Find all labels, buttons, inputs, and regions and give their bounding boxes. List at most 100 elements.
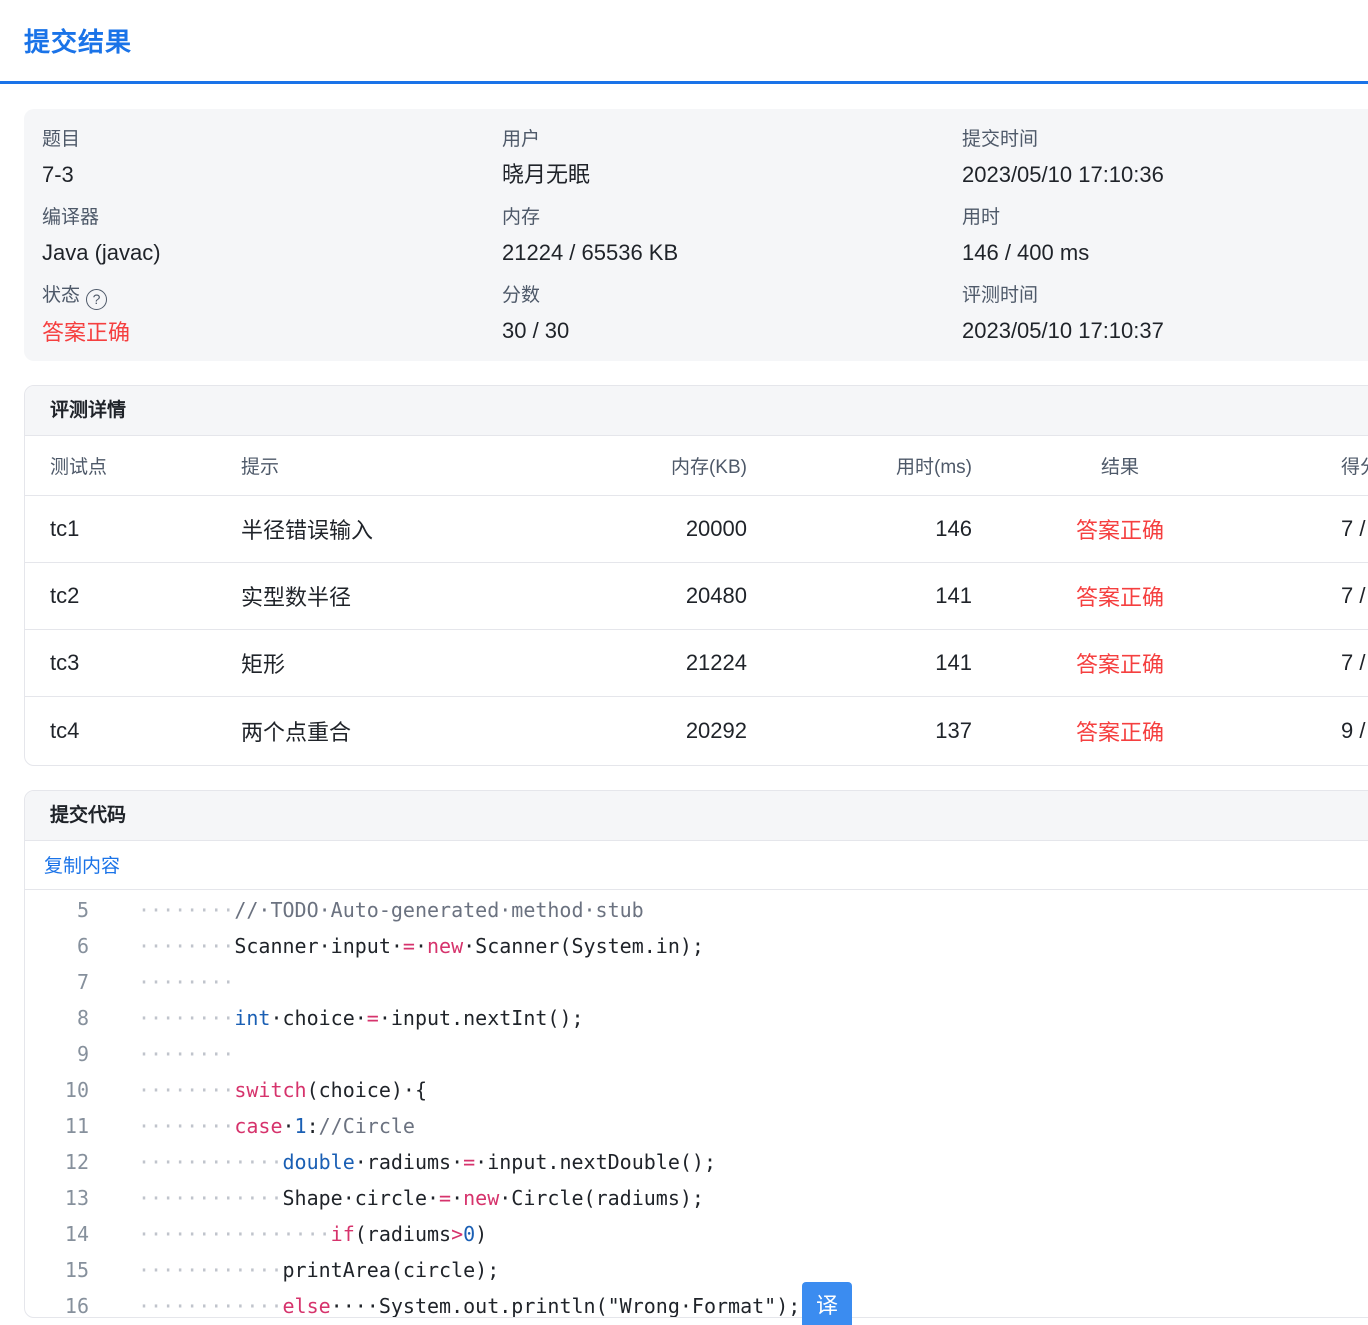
info-memory-label: 内存: [502, 207, 541, 228]
info-score: 分数 30 / 30: [502, 284, 569, 346]
code-token: new: [463, 1186, 500, 1210]
info-memory: 内存 21224 / 65536 KB: [502, 206, 678, 268]
code-token: printArea(circle);: [282, 1258, 500, 1282]
code-line: 15 ············printArea(circle);: [25, 1252, 1368, 1288]
code-token: ·radiums·: [354, 1150, 464, 1174]
line-number: 13: [64, 1186, 89, 1210]
memory-cell: 20000: [685, 516, 747, 541]
info-score-value: 30 / 30: [502, 318, 570, 343]
code-token: =: [463, 1150, 476, 1174]
line-number: 10: [64, 1078, 89, 1102]
code-line: 16 ············else····System.out.println…: [25, 1288, 1368, 1318]
info-judge-time: 评测时间 2023/05/10 17:10:37: [962, 284, 1164, 346]
table-row: tc1 半径错误输入 20000 146 答案正确 7 / 7: [25, 496, 1368, 563]
indent-whitespace: ············: [138, 1294, 283, 1318]
testcase-cell: tc3: [50, 650, 80, 675]
info-status: 状态? 答案正确: [42, 284, 130, 348]
code-source: ············else····System.out.println("…: [138, 1288, 801, 1318]
code-line: 7 ········: [25, 964, 1368, 1000]
code-token: ·input.nextDouble();: [475, 1150, 716, 1174]
table-row: tc2 实型数半径 20480 141 答案正确 7 / 7: [25, 563, 1368, 630]
table-row: tc4 两个点重合 20292 137 答案正确 9 / 9: [25, 697, 1368, 764]
info-time-value: 146 / 400 ms: [962, 240, 1090, 265]
judge-details-card: 评测详情 测试点 提示 内存(KB) 用时(ms) 结果 得分 tc1 半径错误输…: [24, 385, 1368, 766]
info-problem: 题目 7-3: [42, 128, 80, 190]
indent-whitespace: ········: [138, 1006, 235, 1030]
time-cell: 146: [935, 516, 972, 541]
code-token: //·TODO·Auto-generated·method·stub: [234, 898, 644, 922]
submission-info-panel: 题目 7-3 用户 晓月无眠 提交时间 2023/05/10 17:10:36 …: [24, 109, 1368, 361]
code-token: ·input.nextInt();: [378, 1006, 584, 1030]
col-time: 用时(ms): [896, 457, 972, 478]
code-token: ·: [282, 1114, 295, 1138]
line-number: 12: [64, 1150, 89, 1174]
code-token: 1: [294, 1114, 307, 1138]
info-judge-time-label: 评测时间: [962, 285, 1039, 306]
time-cell: 141: [935, 650, 972, 675]
indent-whitespace: ········: [138, 934, 235, 958]
code-source: ················if(radiums>0): [138, 1216, 487, 1252]
memory-cell: 20480: [685, 583, 747, 608]
score-cell: 7 / 7: [1341, 583, 1368, 608]
code-source: ············printArea(circle);: [138, 1252, 499, 1288]
info-judge-time-value: 2023/05/10 17:10:37: [962, 318, 1164, 343]
code-card: 提交代码 复制内容 5 ········//·TODO·Auto-generate…: [24, 790, 1368, 1318]
indent-whitespace: ········: [138, 970, 235, 994]
code-source: ········: [138, 1036, 234, 1072]
code-source: ········case·1://Circle: [138, 1108, 415, 1144]
code-line: 14 ················if(radiums>0): [25, 1216, 1368, 1252]
translate-button[interactable]: 译: [802, 1282, 852, 1325]
line-number: 9: [76, 1042, 89, 1066]
code-token: switch: [234, 1078, 307, 1102]
code-token: >: [451, 1222, 464, 1246]
judge-table-header: 测试点 提示 内存(KB) 用时(ms) 结果 得分: [25, 436, 1368, 496]
code-viewer[interactable]: 5 ········//·TODO·Auto-generated·method·s…: [25, 890, 1368, 1318]
info-status-value: 答案正确: [42, 320, 131, 345]
code-line: 5 ········//·TODO·Auto-generated·method·s…: [25, 892, 1368, 928]
code-line: 9 ········: [25, 1036, 1368, 1072]
result-cell: 答案正确: [1075, 652, 1164, 677]
code-token: ·: [414, 934, 427, 958]
line-number: 11: [64, 1114, 89, 1138]
line-number: 6: [76, 934, 89, 958]
code-token: :: [306, 1114, 319, 1138]
info-status-label-row: 状态?: [42, 284, 130, 310]
score-cell: 9 / 9: [1341, 717, 1368, 743]
indent-whitespace: ············: [138, 1186, 283, 1210]
line-number: 15: [64, 1258, 89, 1282]
code-token: if: [330, 1222, 355, 1246]
line-number: 5: [76, 898, 89, 922]
code-token: =: [366, 1006, 379, 1030]
help-icon[interactable]: ?: [86, 289, 108, 310]
copy-content-button[interactable]: 复制内容: [44, 856, 120, 877]
code-token: Scanner·input·: [234, 934, 403, 958]
code-token: ·Scanner(System.in);: [463, 934, 704, 958]
indent-whitespace: ············: [138, 1150, 283, 1174]
code-source: ············double·radiums·=·input.nextD…: [138, 1144, 716, 1180]
info-user-value: 晓月无眠: [502, 162, 591, 187]
code-token: case: [234, 1114, 283, 1138]
code-source: ········//·TODO·Auto-generated·method·st…: [138, 892, 644, 928]
copy-row: 复制内容: [25, 841, 1368, 890]
code-line: 13 ············Shape·circle·=·new·Circle(…: [25, 1180, 1368, 1216]
code-token: (choice)·{: [306, 1078, 427, 1102]
hint-cell: 半径错误输入: [241, 518, 374, 543]
info-score-label: 分数: [502, 285, 541, 306]
code-token: ····System.out.println("Wrong·Format");: [330, 1294, 801, 1318]
info-user: 用户 晓月无眠: [502, 128, 590, 190]
code-token: ): [475, 1222, 488, 1246]
info-user-label: 用户: [502, 129, 541, 150]
info-compiler-label: 编译器: [42, 207, 100, 228]
code-line: 8 ········int·choice·=·input.nextInt();: [25, 1000, 1368, 1036]
indent-whitespace: ········: [138, 898, 235, 922]
code-line: 11 ········case·1://Circle: [25, 1108, 1368, 1144]
col-testcase: 测试点: [50, 457, 108, 478]
result-cell: 答案正确: [1075, 719, 1164, 745]
code-source: ········Scanner·input·=·new·Scanner(Syst…: [138, 928, 704, 964]
code-token: ·: [451, 1186, 464, 1210]
info-time-label: 用时: [962, 207, 1001, 228]
info-compiler-value: Java (javac): [42, 240, 161, 265]
code-line: 12 ············double·radiums·=·input.nex…: [25, 1144, 1368, 1180]
hint-cell: 实型数半径: [241, 585, 352, 610]
col-memory: 内存(KB): [670, 457, 747, 478]
